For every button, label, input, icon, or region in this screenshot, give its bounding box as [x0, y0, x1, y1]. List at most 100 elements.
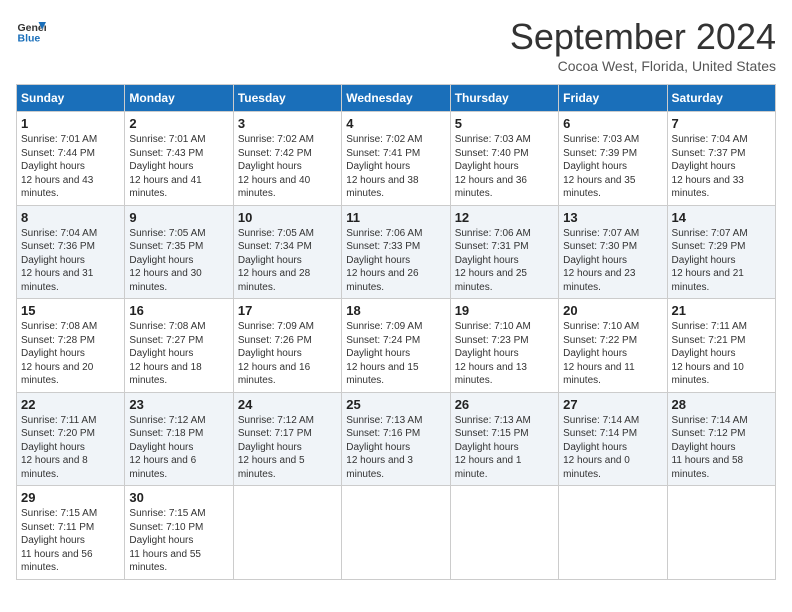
day-info: Sunrise: 7:03 AM Sunset: 7:40 PM Dayligh… — [455, 133, 554, 201]
col-friday: Friday — [559, 85, 667, 112]
day-info: Sunrise: 7:04 AM Sunset: 7:37 PM Dayligh… — [672, 133, 771, 201]
day-number: 7 — [672, 116, 771, 131]
day-number: 4 — [346, 116, 445, 131]
calendar-cell — [233, 486, 341, 580]
day-info: Sunrise: 7:05 AM Sunset: 7:34 PM Dayligh… — [238, 227, 337, 295]
calendar-cell: 13 Sunrise: 7:07 AM Sunset: 7:30 PM Dayl… — [559, 205, 667, 299]
calendar-cell: 26 Sunrise: 7:13 AM Sunset: 7:15 PM Dayl… — [450, 392, 558, 486]
calendar-cell: 16 Sunrise: 7:08 AM Sunset: 7:27 PM Dayl… — [125, 299, 233, 393]
calendar-week-row: 29 Sunrise: 7:15 AM Sunset: 7:11 PM Dayl… — [17, 486, 776, 580]
day-number: 2 — [129, 116, 228, 131]
logo-icon: General Blue — [16, 16, 46, 46]
day-number: 25 — [346, 397, 445, 412]
calendar-cell: 20 Sunrise: 7:10 AM Sunset: 7:22 PM Dayl… — [559, 299, 667, 393]
day-number: 14 — [672, 210, 771, 225]
calendar-title: September 2024 — [510, 16, 776, 58]
day-info: Sunrise: 7:10 AM Sunset: 7:22 PM Dayligh… — [563, 320, 662, 388]
calendar-cell: 6 Sunrise: 7:03 AM Sunset: 7:39 PM Dayli… — [559, 112, 667, 206]
calendar-cell: 14 Sunrise: 7:07 AM Sunset: 7:29 PM Dayl… — [667, 205, 775, 299]
day-info: Sunrise: 7:15 AM Sunset: 7:11 PM Dayligh… — [21, 507, 120, 575]
calendar-cell: 3 Sunrise: 7:02 AM Sunset: 7:42 PM Dayli… — [233, 112, 341, 206]
day-number: 22 — [21, 397, 120, 412]
day-info: Sunrise: 7:01 AM Sunset: 7:43 PM Dayligh… — [129, 133, 228, 201]
day-info: Sunrise: 7:12 AM Sunset: 7:18 PM Dayligh… — [129, 414, 228, 482]
day-number: 18 — [346, 303, 445, 318]
day-number: 3 — [238, 116, 337, 131]
day-number: 12 — [455, 210, 554, 225]
calendar-cell: 7 Sunrise: 7:04 AM Sunset: 7:37 PM Dayli… — [667, 112, 775, 206]
day-info: Sunrise: 7:03 AM Sunset: 7:39 PM Dayligh… — [563, 133, 662, 201]
day-number: 8 — [21, 210, 120, 225]
col-wednesday: Wednesday — [342, 85, 450, 112]
calendar-cell: 9 Sunrise: 7:05 AM Sunset: 7:35 PM Dayli… — [125, 205, 233, 299]
day-number: 30 — [129, 490, 228, 505]
calendar-cell: 27 Sunrise: 7:14 AM Sunset: 7:14 PM Dayl… — [559, 392, 667, 486]
day-info: Sunrise: 7:08 AM Sunset: 7:28 PM Dayligh… — [21, 320, 120, 388]
day-info: Sunrise: 7:12 AM Sunset: 7:17 PM Dayligh… — [238, 414, 337, 482]
day-info: Sunrise: 7:13 AM Sunset: 7:15 PM Dayligh… — [455, 414, 554, 482]
day-info: Sunrise: 7:02 AM Sunset: 7:42 PM Dayligh… — [238, 133, 337, 201]
col-thursday: Thursday — [450, 85, 558, 112]
calendar-cell: 24 Sunrise: 7:12 AM Sunset: 7:17 PM Dayl… — [233, 392, 341, 486]
day-number: 23 — [129, 397, 228, 412]
calendar-cell: 28 Sunrise: 7:14 AM Sunset: 7:12 PM Dayl… — [667, 392, 775, 486]
calendar-cell: 25 Sunrise: 7:13 AM Sunset: 7:16 PM Dayl… — [342, 392, 450, 486]
calendar-cell: 29 Sunrise: 7:15 AM Sunset: 7:11 PM Dayl… — [17, 486, 125, 580]
calendar-cell: 23 Sunrise: 7:12 AM Sunset: 7:18 PM Dayl… — [125, 392, 233, 486]
calendar-week-row: 15 Sunrise: 7:08 AM Sunset: 7:28 PM Dayl… — [17, 299, 776, 393]
day-info: Sunrise: 7:10 AM Sunset: 7:23 PM Dayligh… — [455, 320, 554, 388]
day-info: Sunrise: 7:13 AM Sunset: 7:16 PM Dayligh… — [346, 414, 445, 482]
day-number: 15 — [21, 303, 120, 318]
calendar-cell — [342, 486, 450, 580]
day-number: 24 — [238, 397, 337, 412]
day-number: 20 — [563, 303, 662, 318]
svg-text:Blue: Blue — [18, 33, 41, 45]
day-info: Sunrise: 7:06 AM Sunset: 7:33 PM Dayligh… — [346, 227, 445, 295]
calendar-cell: 5 Sunrise: 7:03 AM Sunset: 7:40 PM Dayli… — [450, 112, 558, 206]
calendar-cell: 21 Sunrise: 7:11 AM Sunset: 7:21 PM Dayl… — [667, 299, 775, 393]
day-info: Sunrise: 7:11 AM Sunset: 7:21 PM Dayligh… — [672, 320, 771, 388]
day-number: 6 — [563, 116, 662, 131]
col-tuesday: Tuesday — [233, 85, 341, 112]
day-number: 28 — [672, 397, 771, 412]
calendar-cell: 22 Sunrise: 7:11 AM Sunset: 7:20 PM Dayl… — [17, 392, 125, 486]
col-saturday: Saturday — [667, 85, 775, 112]
calendar-cell — [667, 486, 775, 580]
day-info: Sunrise: 7:04 AM Sunset: 7:36 PM Dayligh… — [21, 227, 120, 295]
day-number: 16 — [129, 303, 228, 318]
calendar-week-row: 8 Sunrise: 7:04 AM Sunset: 7:36 PM Dayli… — [17, 205, 776, 299]
day-info: Sunrise: 7:15 AM Sunset: 7:10 PM Dayligh… — [129, 507, 228, 575]
day-number: 5 — [455, 116, 554, 131]
day-number: 11 — [346, 210, 445, 225]
day-info: Sunrise: 7:14 AM Sunset: 7:14 PM Dayligh… — [563, 414, 662, 482]
day-number: 9 — [129, 210, 228, 225]
day-info: Sunrise: 7:01 AM Sunset: 7:44 PM Dayligh… — [21, 133, 120, 201]
calendar-cell: 12 Sunrise: 7:06 AM Sunset: 7:31 PM Dayl… — [450, 205, 558, 299]
day-info: Sunrise: 7:05 AM Sunset: 7:35 PM Dayligh… — [129, 227, 228, 295]
day-info: Sunrise: 7:06 AM Sunset: 7:31 PM Dayligh… — [455, 227, 554, 295]
day-number: 19 — [455, 303, 554, 318]
col-monday: Monday — [125, 85, 233, 112]
calendar-week-row: 1 Sunrise: 7:01 AM Sunset: 7:44 PM Dayli… — [17, 112, 776, 206]
calendar-cell: 10 Sunrise: 7:05 AM Sunset: 7:34 PM Dayl… — [233, 205, 341, 299]
calendar-cell: 8 Sunrise: 7:04 AM Sunset: 7:36 PM Dayli… — [17, 205, 125, 299]
day-info: Sunrise: 7:14 AM Sunset: 7:12 PM Dayligh… — [672, 414, 771, 482]
calendar-cell: 4 Sunrise: 7:02 AM Sunset: 7:41 PM Dayli… — [342, 112, 450, 206]
calendar-cell: 11 Sunrise: 7:06 AM Sunset: 7:33 PM Dayl… — [342, 205, 450, 299]
calendar-cell: 2 Sunrise: 7:01 AM Sunset: 7:43 PM Dayli… — [125, 112, 233, 206]
day-info: Sunrise: 7:09 AM Sunset: 7:24 PM Dayligh… — [346, 320, 445, 388]
calendar-table: Sunday Monday Tuesday Wednesday Thursday… — [16, 84, 776, 580]
calendar-cell: 17 Sunrise: 7:09 AM Sunset: 7:26 PM Dayl… — [233, 299, 341, 393]
col-sunday: Sunday — [17, 85, 125, 112]
day-number: 17 — [238, 303, 337, 318]
calendar-cell — [450, 486, 558, 580]
calendar-cell: 1 Sunrise: 7:01 AM Sunset: 7:44 PM Dayli… — [17, 112, 125, 206]
day-info: Sunrise: 7:11 AM Sunset: 7:20 PM Dayligh… — [21, 414, 120, 482]
calendar-week-row: 22 Sunrise: 7:11 AM Sunset: 7:20 PM Dayl… — [17, 392, 776, 486]
day-info: Sunrise: 7:07 AM Sunset: 7:30 PM Dayligh… — [563, 227, 662, 295]
calendar-cell: 30 Sunrise: 7:15 AM Sunset: 7:10 PM Dayl… — [125, 486, 233, 580]
logo: General Blue — [16, 16, 46, 46]
day-info: Sunrise: 7:07 AM Sunset: 7:29 PM Dayligh… — [672, 227, 771, 295]
day-info: Sunrise: 7:09 AM Sunset: 7:26 PM Dayligh… — [238, 320, 337, 388]
calendar-cell: 18 Sunrise: 7:09 AM Sunset: 7:24 PM Dayl… — [342, 299, 450, 393]
